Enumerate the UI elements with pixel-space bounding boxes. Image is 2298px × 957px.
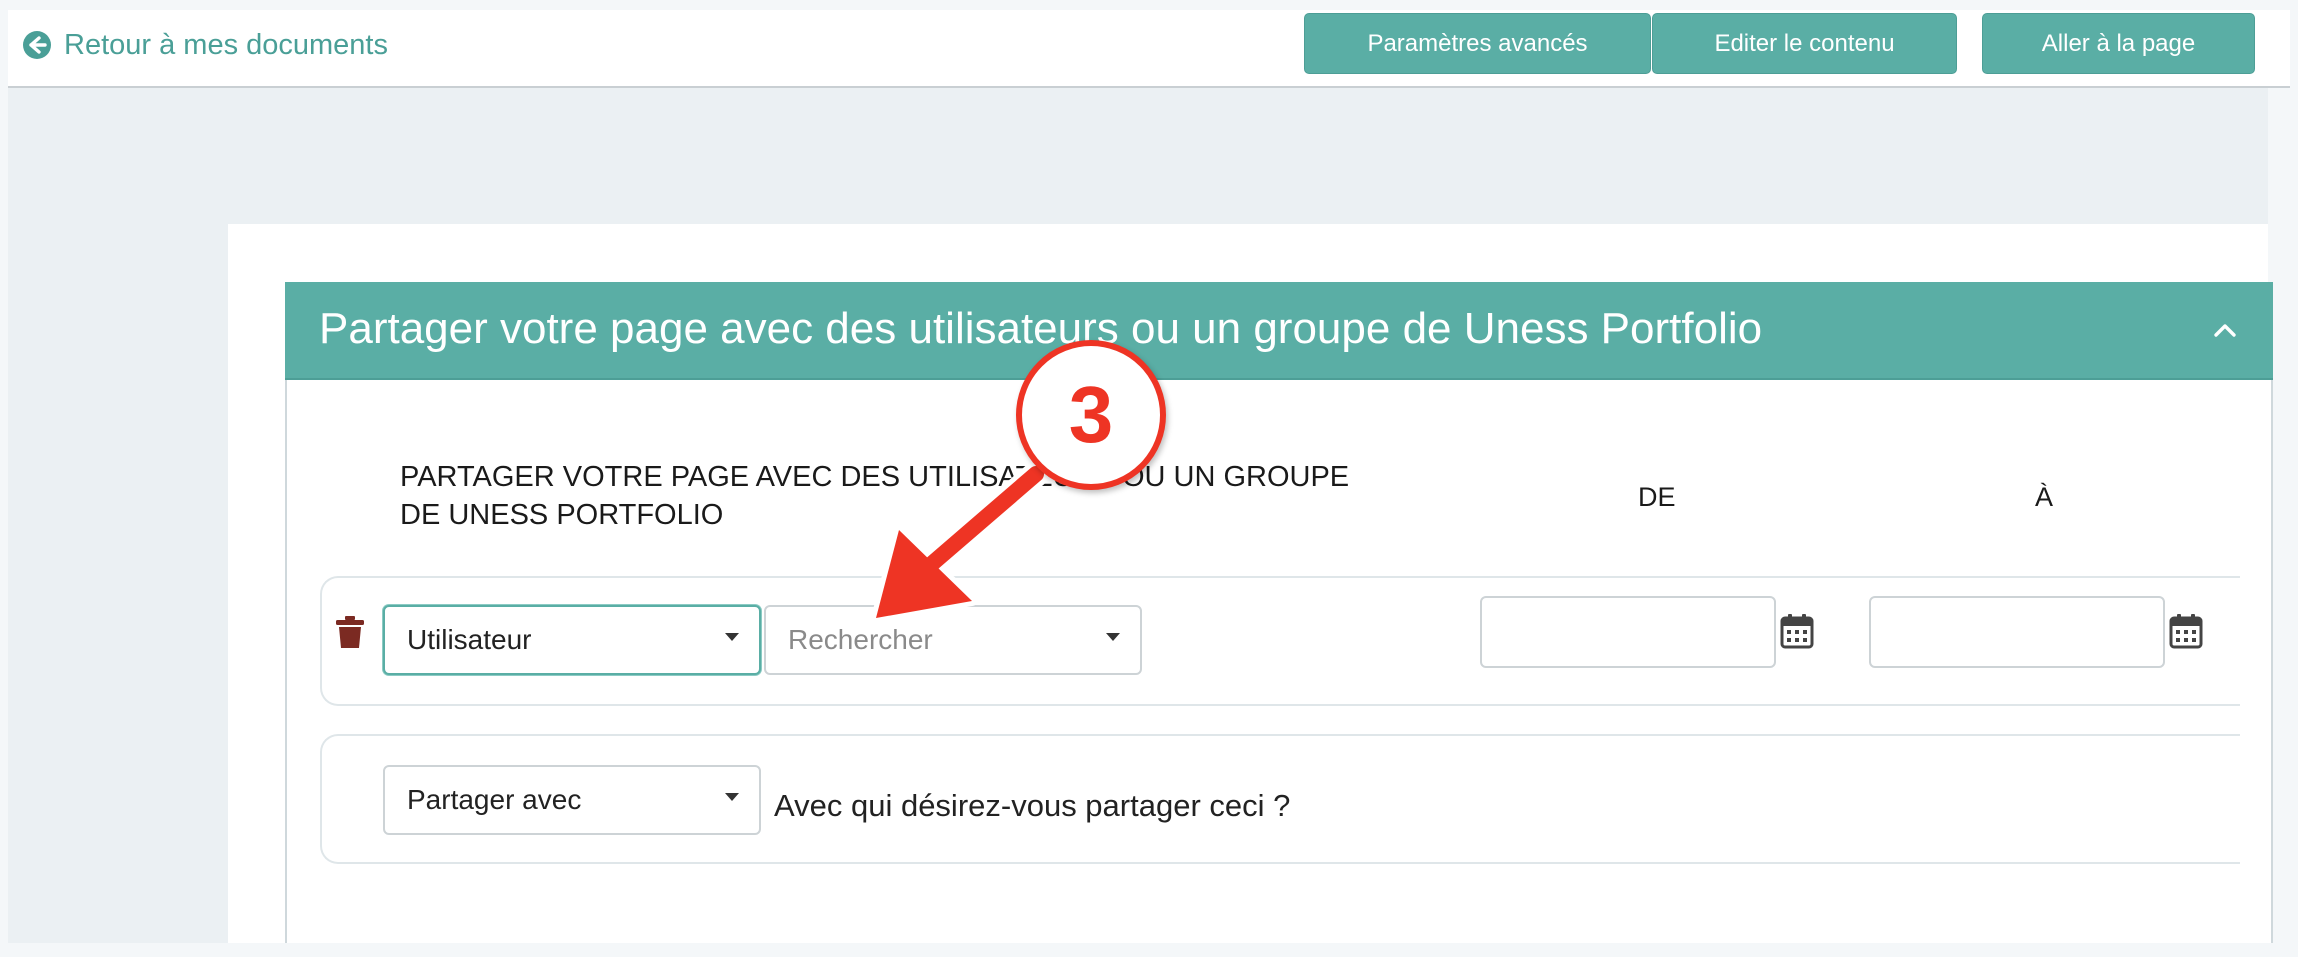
annotation-arrow <box>871 461 1049 623</box>
step-number-badge: 3 <box>1016 340 1166 490</box>
